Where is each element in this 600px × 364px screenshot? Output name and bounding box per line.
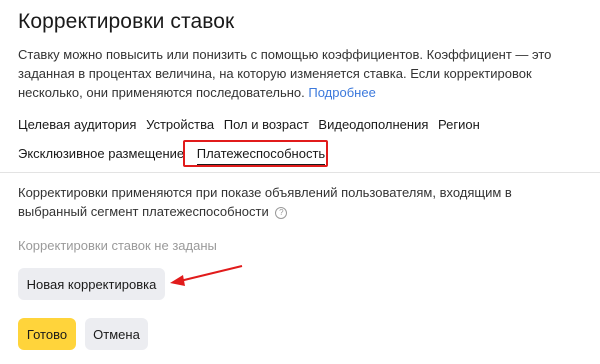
tabs-row-1: Целевая аудитория Устройства Пол и возра… [18,117,486,132]
tab-video-extensions[interactable]: Видеодополнения [318,117,428,132]
cancel-button[interactable]: Отмена [85,318,148,350]
tab-exclusive-placement[interactable]: Эксклюзивное размещение [18,146,184,161]
divider [0,172,600,173]
info-text: Корректировки применяются при показе объ… [18,183,583,221]
empty-state-note: Корректировки ставок не заданы [18,238,217,253]
question-circle-icon[interactable]: ? [275,207,288,219]
more-link[interactable]: Подробнее [308,85,375,100]
tab-region[interactable]: Регион [438,117,480,132]
page-title: Корректировки ставок [18,10,235,33]
ok-button[interactable]: Готово [18,318,76,350]
tab-devices[interactable]: Устройства [146,117,214,132]
tab-target-audience[interactable]: Целевая аудитория [18,117,136,132]
annotation-arrow-icon [170,265,243,286]
annotation-highlight-box [183,140,328,167]
info-text-content: Корректировки применяются при показе объ… [18,185,512,219]
tab-gender-age[interactable]: Пол и возраст [224,117,309,132]
description-text: Ставку можно повысить или понизить с пом… [18,47,552,100]
new-adjustment-button[interactable]: Новая корректировка [18,268,165,300]
description: Ставку можно повысить или понизить с пом… [18,45,583,102]
